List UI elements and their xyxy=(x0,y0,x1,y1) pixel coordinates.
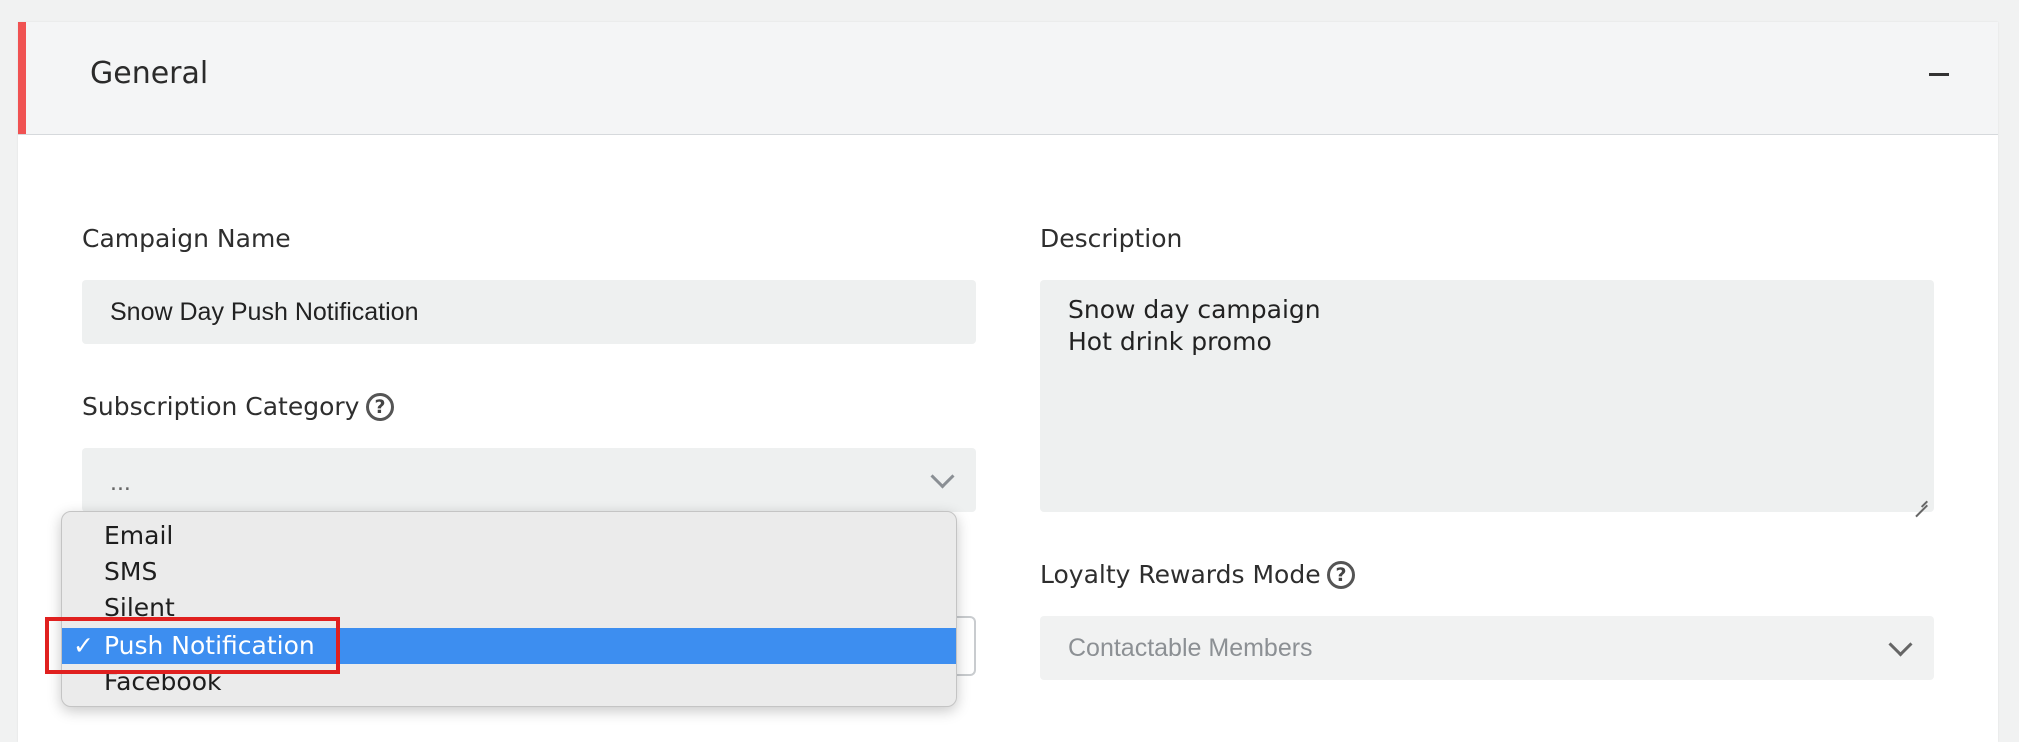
campaign-name-value: Snow Day Push Notification xyxy=(110,298,419,326)
dropdown-option-push-notification[interactable]: ✓ Push Notification xyxy=(62,628,956,664)
dropdown-option-email[interactable]: Email xyxy=(62,518,956,554)
panel-header[interactable]: General xyxy=(18,22,1998,135)
loyalty-rewards-mode-label: Loyalty Rewards Mode xyxy=(1040,560,1321,589)
subscription-category-select[interactable]: ... xyxy=(82,448,976,512)
description-textarea[interactable]: Snow day campaign Hot drink promo xyxy=(1040,280,1934,512)
dropdown-option-sms[interactable]: SMS xyxy=(62,554,956,590)
dropdown-option-facebook[interactable]: Facebook xyxy=(62,664,956,700)
description-label: Description xyxy=(1040,224,1183,253)
subscription-category-help-icon[interactable]: ? xyxy=(366,393,394,421)
loyalty-rewards-mode-value: Contactable Members xyxy=(1068,634,1313,662)
chevron-down-icon xyxy=(930,464,955,489)
campaign-name-label: Campaign Name xyxy=(82,224,291,253)
panel-title: General xyxy=(90,56,209,91)
dropdown-option-silent[interactable]: Silent xyxy=(62,590,956,626)
accent-bar xyxy=(18,22,26,134)
subscription-category-value: ... xyxy=(110,468,131,496)
resize-handle-icon[interactable] xyxy=(1912,490,1928,506)
loyalty-rewards-help-icon[interactable]: ? xyxy=(1327,561,1355,589)
description-value: Snow day campaign Hot drink promo xyxy=(1068,295,1321,356)
campaign-name-input[interactable]: Snow Day Push Notification xyxy=(82,280,976,344)
subscription-category-label: Subscription Category xyxy=(82,392,360,421)
collapse-icon[interactable] xyxy=(1924,58,1956,90)
subscription-category-dropdown[interactable]: Email SMS Silent ✓ Push Notification Fac… xyxy=(61,511,957,707)
checkmark-icon: ✓ xyxy=(73,631,94,660)
loyalty-rewards-mode-select[interactable]: Contactable Members xyxy=(1040,616,1934,680)
chevron-down-icon xyxy=(1888,632,1913,657)
